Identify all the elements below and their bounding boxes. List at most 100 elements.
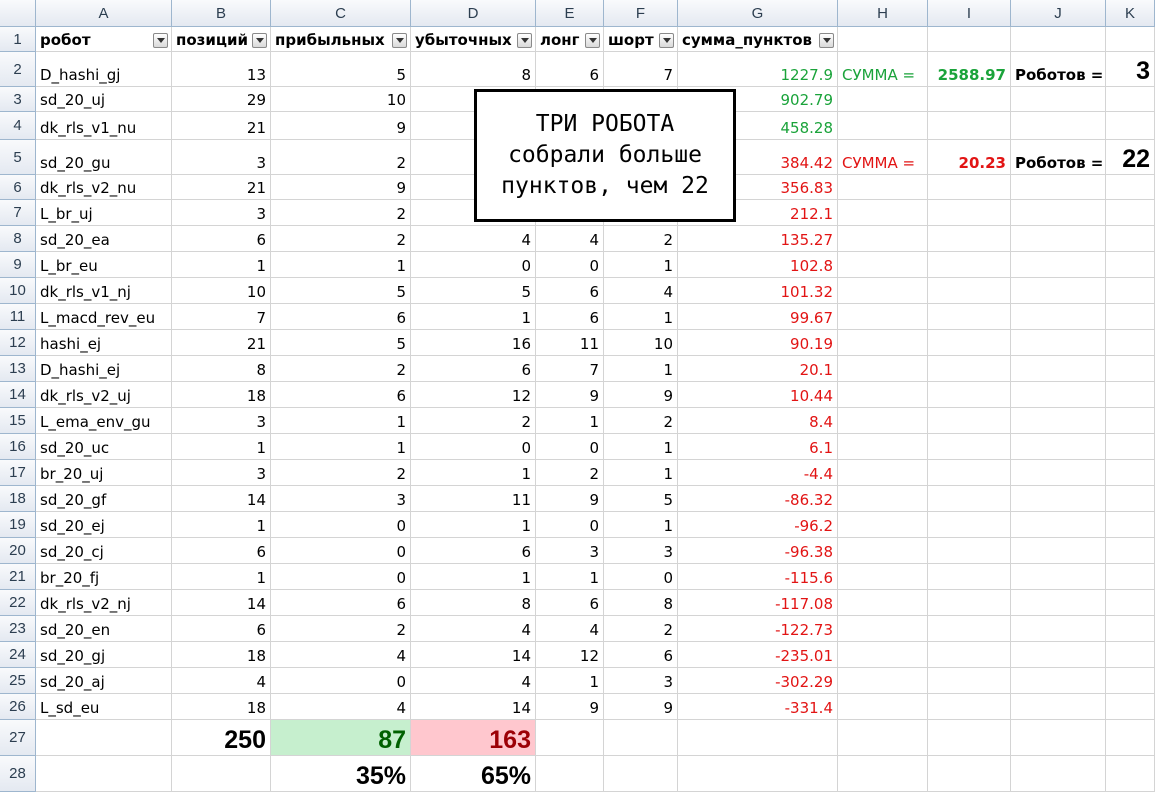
row-header[interactable]: 10 <box>0 278 36 304</box>
empty-cell[interactable] <box>1011 408 1106 434</box>
value-cell[interactable]: 6 <box>172 538 271 564</box>
robot-name-cell[interactable]: dk_rls_v2_uj <box>36 382 172 408</box>
table-header-cell[interactable]: робот <box>36 27 172 52</box>
profit-sum-value[interactable]: 2588.97 <box>928 52 1011 87</box>
value-cell[interactable]: 5 <box>271 52 411 87</box>
empty-cell[interactable] <box>928 486 1011 512</box>
empty-cell[interactable] <box>838 330 928 356</box>
empty-cell[interactable] <box>1011 460 1106 486</box>
value-cell[interactable]: 1 <box>411 564 536 590</box>
value-cell[interactable]: 4 <box>271 642 411 668</box>
value-cell[interactable]: 1 <box>271 252 411 278</box>
robot-name-cell[interactable]: sd_20_gf <box>36 486 172 512</box>
value-cell[interactable]: 4 <box>604 278 678 304</box>
empty-cell[interactable] <box>1011 87 1106 112</box>
empty-cell[interactable] <box>1011 252 1106 278</box>
value-cell[interactable]: 1 <box>536 564 604 590</box>
value-cell[interactable]: 9 <box>536 694 604 720</box>
value-cell[interactable]: 16 <box>411 330 536 356</box>
value-cell[interactable]: 1 <box>172 252 271 278</box>
row-header[interactable]: 5 <box>0 140 36 175</box>
robot-name-cell[interactable]: L_macd_rev_eu <box>36 304 172 330</box>
robot-name-cell[interactable]: dk_rls_v2_nu <box>36 175 172 200</box>
robot-name-cell[interactable]: sd_20_uc <box>36 434 172 460</box>
value-cell[interactable]: 4 <box>411 616 536 642</box>
robot-name-cell[interactable]: sd_20_en <box>36 616 172 642</box>
empty-cell[interactable] <box>1106 460 1155 486</box>
row-header[interactable]: 21 <box>0 564 36 590</box>
empty-cell[interactable] <box>838 460 928 486</box>
column-header-g[interactable]: G <box>678 0 838 27</box>
value-cell[interactable]: 8 <box>411 52 536 87</box>
value-cell[interactable]: 0 <box>271 512 411 538</box>
value-cell[interactable]: 1 <box>536 668 604 694</box>
value-cell[interactable]: 5 <box>604 486 678 512</box>
total-losing-cell[interactable]: 163 <box>411 720 536 756</box>
value-cell[interactable]: 12 <box>411 382 536 408</box>
empty-cell[interactable] <box>1106 87 1155 112</box>
table-header-cell[interactable]: сумма_пунктов <box>678 27 838 52</box>
value-cell[interactable]: 3 <box>604 668 678 694</box>
value-cell[interactable]: 1 <box>536 408 604 434</box>
empty-cell[interactable] <box>928 356 1011 382</box>
empty-cell[interactable] <box>1011 756 1106 792</box>
empty-cell[interactable] <box>838 87 928 112</box>
empty-cell[interactable] <box>838 278 928 304</box>
losing-percent-cell[interactable]: 65% <box>411 756 536 792</box>
row-header[interactable]: 6 <box>0 175 36 200</box>
value-cell[interactable]: 14 <box>172 486 271 512</box>
value-cell[interactable]: 2 <box>271 356 411 382</box>
empty-cell[interactable] <box>838 720 928 756</box>
empty-cell[interactable] <box>1106 304 1155 330</box>
value-cell[interactable]: 8 <box>172 356 271 382</box>
empty-cell[interactable] <box>1106 616 1155 642</box>
value-cell[interactable]: 9 <box>604 382 678 408</box>
value-cell[interactable]: 14 <box>411 694 536 720</box>
points-sum-cell[interactable]: 20.1 <box>678 356 838 382</box>
empty-cell[interactable] <box>1011 590 1106 616</box>
empty-cell[interactable] <box>928 278 1011 304</box>
row-header[interactable]: 8 <box>0 226 36 252</box>
row-header[interactable]: 18 <box>0 486 36 512</box>
points-sum-cell[interactable]: 90.19 <box>678 330 838 356</box>
empty-cell[interactable] <box>1011 356 1106 382</box>
filter-dropdown-icon[interactable] <box>585 33 600 48</box>
value-cell[interactable]: 29 <box>172 87 271 112</box>
filter-dropdown-icon[interactable] <box>252 33 267 48</box>
value-cell[interactable]: 4 <box>536 616 604 642</box>
profit-sum-label[interactable]: СУММА = <box>838 52 928 87</box>
value-cell[interactable]: 9 <box>536 382 604 408</box>
empty-cell[interactable] <box>1011 486 1106 512</box>
empty-cell[interactable] <box>838 356 928 382</box>
value-cell[interactable]: 0 <box>536 434 604 460</box>
value-cell[interactable]: 9 <box>271 112 411 140</box>
column-header-k[interactable]: K <box>1106 0 1155 27</box>
empty-cell[interactable] <box>1011 304 1106 330</box>
value-cell[interactable]: 10 <box>172 278 271 304</box>
empty-cell[interactable] <box>1106 175 1155 200</box>
filter-dropdown-icon[interactable] <box>517 33 532 48</box>
value-cell[interactable]: 0 <box>604 564 678 590</box>
robot-name-cell[interactable]: dk_rls_v2_nj <box>36 590 172 616</box>
value-cell[interactable]: 6 <box>536 590 604 616</box>
value-cell[interactable]: 1 <box>604 252 678 278</box>
empty-cell[interactable] <box>1011 642 1106 668</box>
empty-cell[interactable] <box>838 434 928 460</box>
empty-cell[interactable] <box>536 756 604 792</box>
empty-cell[interactable] <box>928 512 1011 538</box>
value-cell[interactable]: 0 <box>411 252 536 278</box>
empty-cell[interactable] <box>928 27 1011 52</box>
points-sum-cell[interactable]: 10.44 <box>678 382 838 408</box>
empty-cell[interactable] <box>928 382 1011 408</box>
empty-cell[interactable] <box>604 756 678 792</box>
value-cell[interactable]: 5 <box>271 330 411 356</box>
value-cell[interactable]: 0 <box>536 252 604 278</box>
value-cell[interactable]: 0 <box>411 434 536 460</box>
value-cell[interactable]: 1 <box>604 512 678 538</box>
value-cell[interactable]: 2 <box>604 408 678 434</box>
empty-cell[interactable] <box>1011 27 1106 52</box>
points-sum-cell[interactable]: -86.32 <box>678 486 838 512</box>
robot-name-cell[interactable]: sd_20_ej <box>36 512 172 538</box>
robot-name-cell[interactable]: L_br_eu <box>36 252 172 278</box>
table-header-cell[interactable]: прибыльных <box>271 27 411 52</box>
